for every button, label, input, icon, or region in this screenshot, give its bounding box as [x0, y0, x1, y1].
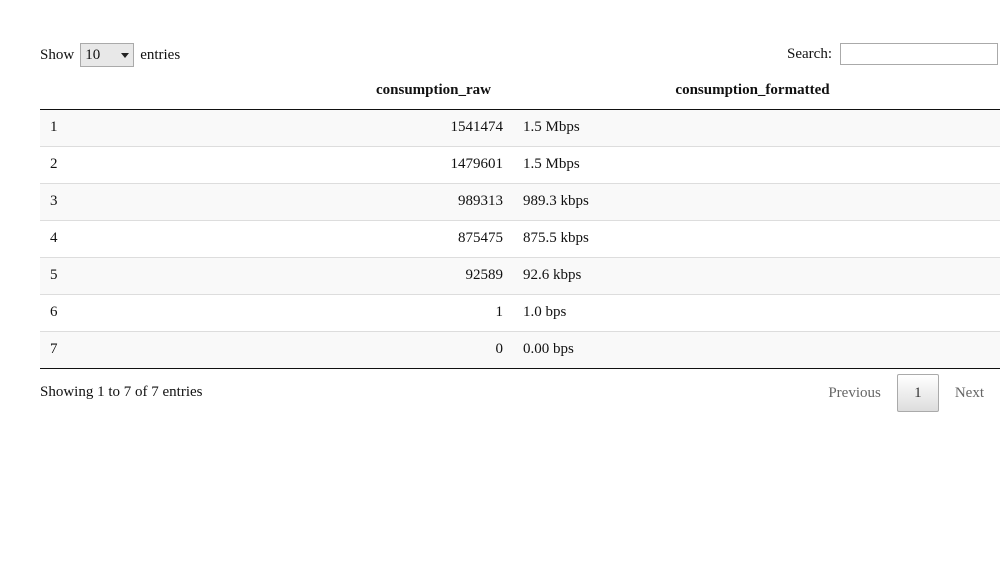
- page-button-current[interactable]: 1: [896, 374, 939, 412]
- cell-consumption-formatted: 92.6 kbps: [513, 256, 1000, 294]
- table-row: 1 1541474 1.5 Mbps: [40, 109, 1000, 146]
- cell-rowname: 1: [40, 109, 362, 146]
- table-controls: Show 10 entries Search:: [40, 42, 1000, 68]
- chevron-down-icon: [121, 52, 130, 58]
- previous-button[interactable]: Previous: [812, 385, 897, 402]
- table-row: 6 1 1.0 bps: [40, 293, 1000, 331]
- cell-rowname: 6: [40, 293, 362, 331]
- table-row: 4 875475 875.5 kbps: [40, 219, 1000, 257]
- entries-label: entries: [140, 46, 181, 63]
- cell-consumption-raw: 989313: [362, 182, 513, 220]
- cell-consumption-raw: 875475: [362, 219, 513, 257]
- data-table: consumption_raw consumption_formatted 11…: [40, 72, 1000, 369]
- cell-rowname: 2: [40, 145, 362, 183]
- cell-consumption-formatted: 875.5 kbps: [513, 219, 1000, 257]
- page-length-control: Show 10 entries: [40, 42, 180, 68]
- table-info: Showing 1 to 7 of 7 entries: [40, 384, 203, 400]
- search-label: Search:: [787, 45, 832, 62]
- cell-rowname: 5: [40, 256, 362, 294]
- cell-rowname: 4: [40, 219, 362, 257]
- next-button[interactable]: Next: [939, 385, 1000, 402]
- cell-consumption-formatted: 1.5 Mbps: [513, 145, 1000, 183]
- search-control: Search:: [787, 42, 998, 66]
- pagination: Previous 1 Next: [812, 374, 1000, 412]
- cell-consumption-raw: 92589: [362, 256, 513, 294]
- header-consumption-formatted[interactable]: consumption_formatted: [513, 72, 1000, 110]
- table-row: 3 989313 989.3 kbps: [40, 182, 1000, 220]
- header-rownames[interactable]: [40, 72, 362, 110]
- cell-rowname: 3: [40, 182, 362, 220]
- show-label: Show: [40, 46, 75, 63]
- cell-consumption-formatted: 1.5 Mbps: [513, 109, 1000, 146]
- cell-consumption-formatted: 989.3 kbps: [513, 182, 1000, 220]
- cell-consumption-raw: 1541474: [362, 109, 513, 146]
- cell-rowname: 7: [40, 330, 362, 369]
- cell-consumption-raw: 1: [362, 293, 513, 331]
- table-row: 7 0 0.00 bps: [40, 330, 1000, 369]
- table-row: 5 92589 92.6 kbps: [40, 256, 1000, 294]
- table-row: 2 1479601 1.5 Mbps: [40, 145, 1000, 183]
- search-input[interactable]: [840, 43, 998, 65]
- cell-consumption-formatted: 0.00 bps: [513, 330, 1000, 369]
- cell-consumption-formatted: 1.0 bps: [513, 293, 1000, 331]
- cell-consumption-raw: 1479601: [362, 145, 513, 183]
- header-consumption-raw[interactable]: consumption_raw: [362, 72, 513, 110]
- page-length-select[interactable]: 10: [80, 43, 135, 67]
- header-row: consumption_raw consumption_formatted: [40, 72, 1000, 110]
- cell-consumption-raw: 0: [362, 330, 513, 369]
- page-length-value: 10: [85, 46, 101, 63]
